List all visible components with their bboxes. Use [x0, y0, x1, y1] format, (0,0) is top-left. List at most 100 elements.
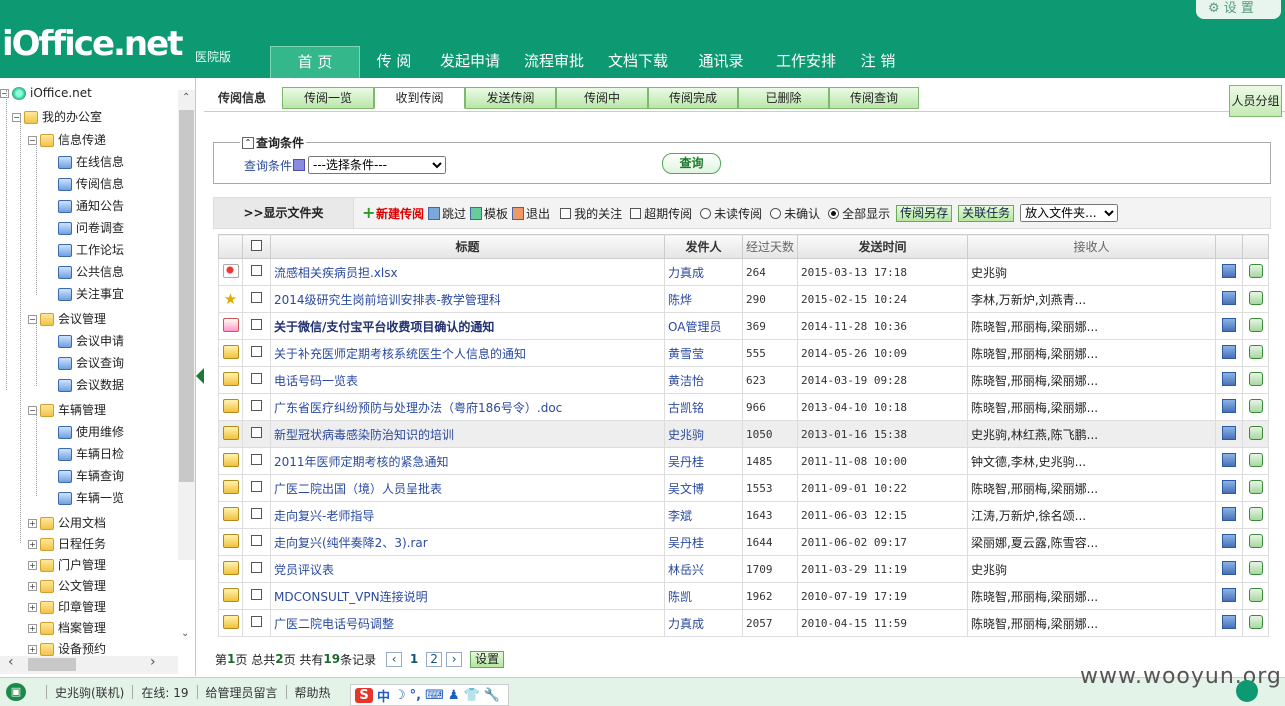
tree-item[interactable]: 传阅信息: [58, 174, 124, 194]
link-task-button[interactable]: 关联任务: [958, 204, 1015, 222]
row-title[interactable]: 关于微信/支付宝平台收费项目确认的通知: [270, 312, 665, 340]
row-checkbox[interactable]: [242, 555, 271, 583]
header-time[interactable]: 发送时间: [797, 234, 968, 259]
tree-vertical-scrollbar[interactable]: ⌃ ⌄: [178, 90, 195, 639]
checkbox[interactable]: [251, 535, 262, 546]
status-online[interactable]: 在线: 19: [141, 684, 188, 701]
checkbox[interactable]: [251, 481, 262, 492]
checkbox[interactable]: [251, 373, 262, 384]
expand-icon[interactable]: +: [28, 623, 37, 633]
save-icon[interactable]: [1222, 560, 1236, 575]
save-icon[interactable]: [1222, 533, 1236, 548]
checkbox[interactable]: [251, 589, 262, 600]
row-sender[interactable]: 史兆驹: [664, 420, 743, 448]
nav-item[interactable]: 工作安排: [762, 46, 850, 78]
table-row[interactable]: 广医二院出国（境）人员呈批表 吴文博 1553 2011-09-01 10:22 陈晓智…: [218, 474, 1269, 502]
query-button[interactable]: 查询: [662, 153, 721, 174]
nav-item[interactable]: 文档下载: [596, 46, 680, 78]
table-row[interactable]: 流感相关疾病员担.xlsx 力真成 264 2015-03-13 17:18 史兆驹: [218, 258, 1269, 286]
checkbox[interactable]: [251, 562, 262, 573]
nav-item[interactable]: 发起申请: [428, 46, 512, 78]
row-title[interactable]: 广医二院出国（境）人员呈批表: [270, 474, 665, 502]
forward-icon[interactable]: [1248, 452, 1263, 467]
row-sender[interactable]: OA管理员: [664, 312, 743, 340]
pager-settings-button[interactable]: 设置: [470, 650, 505, 668]
row-sender[interactable]: 黄雪莹: [664, 339, 743, 367]
tree-item[interactable]: 问卷调查: [58, 218, 124, 238]
header-title[interactable]: 标题: [270, 234, 665, 259]
dropdown-icon[interactable]: [293, 159, 306, 171]
page-1-link[interactable]: 1: [406, 652, 422, 667]
row-checkbox[interactable]: [242, 582, 271, 610]
checkbox[interactable]: [251, 508, 262, 519]
row-checkbox[interactable]: [242, 366, 271, 394]
tree-item[interactable]: 会议申请: [58, 331, 124, 351]
forward-icon[interactable]: [1248, 317, 1263, 332]
tab-7[interactable]: 传阅查询: [829, 87, 919, 109]
prev-page-button[interactable]: ‹: [386, 651, 403, 667]
page-2-link[interactable]: 2: [426, 651, 443, 667]
row-title[interactable]: 走向复兴(纯伴奏降2、3).rar: [270, 528, 665, 556]
checkbox[interactable]: [251, 400, 262, 411]
expand-icon[interactable]: +: [28, 644, 37, 654]
message-admin-link[interactable]: 给管理员留言: [206, 684, 278, 701]
tree-folder[interactable]: − 车辆管理: [28, 400, 106, 420]
checkbox[interactable]: [251, 292, 262, 303]
save-icon[interactable]: [1222, 317, 1236, 332]
tree-item[interactable]: 车辆查询: [58, 466, 124, 486]
row-title[interactable]: 2014级研究生岗前培训安排表-教学管理科: [270, 285, 665, 313]
expand-icon[interactable]: +: [28, 560, 37, 570]
row-checkbox[interactable]: [242, 420, 271, 448]
row-title[interactable]: 关于补充医师定期考核系统医生个人信息的通知: [270, 339, 665, 367]
row-checkbox[interactable]: [242, 528, 271, 556]
table-row[interactable]: 关于补充医师定期考核系统医生个人信息的通知 黄雪莹 555 2014-05-26 10…: [218, 339, 1269, 367]
save-icon[interactable]: [1222, 290, 1236, 305]
ime-icon[interactable]: ⌨: [425, 688, 444, 703]
table-row[interactable]: 广医二院电话号码调整 力真成 2057 2010-04-15 11:59 陈晓智,邢丽梅…: [218, 609, 1269, 637]
table-row[interactable]: 广东省医疗纠纷预防与处理办法（粤府186号令）.doc 古凯铭 966 2013-04…: [218, 393, 1269, 421]
folder-select[interactable]: 放入文件夹...: [1020, 204, 1119, 222]
tree-item[interactable]: 使用维修: [58, 422, 124, 442]
row-checkbox[interactable]: [242, 501, 271, 529]
save-icon[interactable]: [1222, 452, 1236, 467]
row-title[interactable]: 走向复兴-老师指导: [270, 501, 665, 529]
save-icon[interactable]: [1222, 263, 1236, 278]
collapse-icon[interactable]: ⌃: [242, 136, 254, 149]
tree-folder[interactable]: − 信息传递: [28, 130, 106, 150]
save-icon[interactable]: [1222, 344, 1236, 359]
overdue-checkbox[interactable]: 超期传阅: [630, 205, 692, 222]
tab-6[interactable]: 已删除: [738, 87, 829, 109]
table-row[interactable]: 党员评议表 林岳兴 1709 2011-03-29 11:19 史兆驹: [218, 555, 1269, 583]
forward-icon[interactable]: [1248, 425, 1263, 440]
row-checkbox[interactable]: [242, 393, 271, 421]
row-checkbox[interactable]: [242, 312, 271, 340]
row-sender[interactable]: 林岳兴: [664, 555, 743, 583]
header-sender[interactable]: 发件人: [664, 234, 743, 259]
row-sender[interactable]: 力真成: [664, 258, 743, 286]
save-icon[interactable]: [1222, 614, 1236, 629]
forward-icon[interactable]: [1248, 479, 1263, 494]
tree-item[interactable]: 在线信息: [58, 152, 124, 172]
checkbox[interactable]: [251, 427, 262, 438]
checkbox[interactable]: [251, 616, 262, 627]
my-follow-checkbox[interactable]: 我的关注: [560, 205, 622, 222]
row-sender[interactable]: 陈凯: [664, 582, 743, 610]
tree-item[interactable]: + 门户管理: [28, 555, 106, 575]
hscroll-thumb[interactable]: [28, 658, 76, 671]
row-title[interactable]: 新型冠状病毒感染防治知识的培训: [270, 420, 665, 448]
expand-icon[interactable]: +: [28, 518, 37, 528]
ime-icon[interactable]: ♟: [448, 688, 460, 703]
nav-item[interactable]: 首 页: [270, 46, 360, 78]
group-button[interactable]: 人员分组: [1229, 85, 1282, 117]
query-title[interactable]: ⌃ 查询条件: [240, 134, 307, 151]
save-icon[interactable]: [1222, 371, 1236, 386]
forward-icon[interactable]: [1248, 506, 1263, 521]
select-all-checkbox[interactable]: [242, 234, 271, 259]
row-sender[interactable]: 李斌: [664, 501, 743, 529]
tree-item[interactable]: 工作论坛: [58, 240, 124, 260]
ime-icon[interactable]: 🔧: [484, 688, 500, 703]
new-circulation-button[interactable]: + 新建传阅: [362, 205, 424, 222]
row-checkbox[interactable]: [242, 258, 271, 286]
next-page-button[interactable]: ›: [446, 651, 463, 667]
table-row[interactable]: 新型冠状病毒感染防治知识的培训 史兆驹 1050 2013-01-16 15:38 史兆…: [218, 420, 1269, 448]
